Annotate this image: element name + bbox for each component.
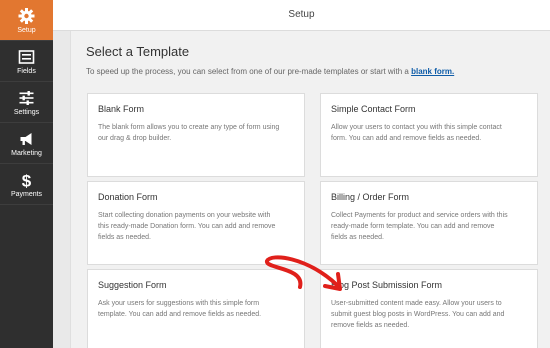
description-line: User-submitted content made easy. Allow …: [331, 300, 502, 307]
description-line: submit guest blog posts in WordPress. Yo…: [331, 311, 505, 318]
template-card-blank-form[interactable]: Blank Form The blank form allows you to …: [87, 93, 305, 177]
template-card-title: Donation Form: [98, 192, 158, 202]
sidebar-divider: [0, 204, 53, 205]
template-card-description: Allow your users to contact you with thi…: [331, 122, 527, 144]
template-card-title: Suggestion Form: [98, 280, 167, 290]
description-line: template. You can add and remove fields …: [98, 311, 262, 318]
top-bar: Setup: [53, 0, 550, 31]
template-card-description: Start collecting donation payments on yo…: [98, 210, 294, 243]
svg-text:$: $: [22, 172, 32, 191]
sidebar-item-fields[interactable]: Fields: [0, 41, 53, 81]
sidebar-item-setup[interactable]: Setup: [0, 0, 53, 40]
megaphone-icon: [20, 133, 32, 145]
description-line: form. You can add and remove fields as n…: [331, 135, 482, 142]
template-card-title: Blank Form: [98, 104, 145, 114]
description-line: ready-made form template. You can add an…: [331, 223, 495, 230]
sidebar-item-payments[interactable]: $ Payments: [0, 164, 53, 204]
template-card-title: Simple Contact Form: [331, 104, 416, 114]
template-card-description: User-submitted content made easy. Allow …: [331, 298, 527, 331]
description-line: our drag & drop builder.: [98, 135, 172, 142]
description-line: Allow your users to contact you with thi…: [331, 124, 502, 131]
template-panel: Select a Template To speed up the proces…: [70, 31, 550, 348]
sidebar-item-settings[interactable]: Settings: [0, 82, 53, 122]
sidebar-item-marketing[interactable]: Marketing: [0, 123, 53, 163]
fields-list-icon: [18, 50, 35, 64]
page-description-text: To speed up the process, you can select …: [86, 67, 409, 76]
sidebar-item-label: Settings: [13, 109, 40, 116]
dollar-icon: $: [22, 172, 32, 191]
description-line: Start collecting donation payments on yo…: [98, 212, 271, 219]
sidebar-item-label: Marketing: [11, 150, 42, 157]
description-line: fields as needed.: [98, 234, 151, 241]
template-card-title: Billing / Order Form: [331, 192, 410, 202]
description-line: Collect Payments for product and service…: [331, 212, 508, 219]
builder-sidebar: Setup Fields Settings Marketing $ Paymen…: [0, 0, 53, 348]
template-card-description: Ask your users for suggestions with this…: [98, 298, 294, 320]
description-line: remove fields as needed.: [331, 322, 410, 329]
template-card-description: The blank form allows you to create any …: [98, 122, 294, 144]
sidebar-item-label: Setup: [17, 27, 36, 34]
template-card-billing-order-form[interactable]: Billing / Order Form Collect Payments fo…: [320, 181, 538, 265]
gear-icon: [18, 8, 35, 24]
page-description: To speed up the process, you can select …: [86, 67, 454, 76]
sidebar-item-label: Fields: [17, 68, 36, 75]
annotation-arrow-icon: [265, 255, 342, 291]
template-card-donation-form[interactable]: Donation Form Start collecting donation …: [87, 181, 305, 265]
sliders-icon: [19, 91, 34, 105]
description-line: The blank form allows you to create any …: [98, 124, 280, 131]
description-line: fields as needed.: [331, 234, 384, 241]
template-card-description: Collect Payments for product and service…: [331, 210, 527, 243]
page-title: Select a Template: [86, 44, 190, 59]
description-line: this ready-made Donation form. You can a…: [98, 223, 276, 230]
sidebar-item-label: Payments: [10, 191, 43, 198]
page-header-title: Setup: [288, 9, 315, 20]
template-card-simple-contact-form[interactable]: Simple Contact Form Allow your users to …: [320, 93, 538, 177]
blank-form-link[interactable]: blank form.: [411, 67, 454, 76]
